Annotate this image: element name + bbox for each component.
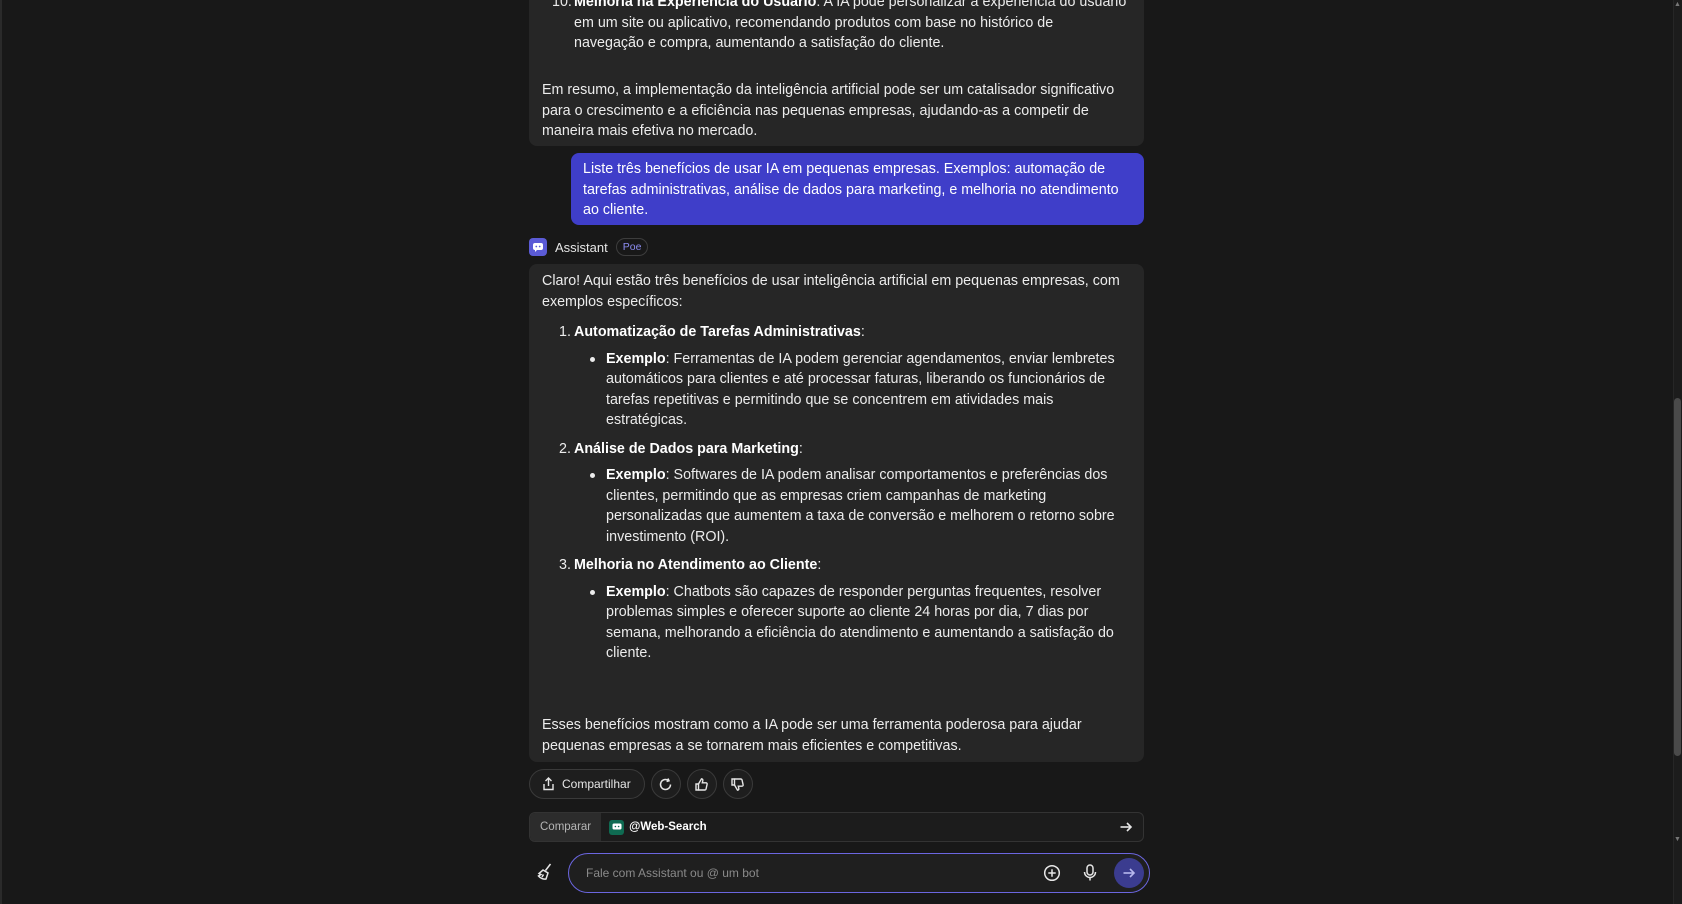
example-label: Exemplo [606, 583, 666, 600]
scrollbar-thumb[interactable] [1674, 398, 1681, 756]
list-sub-item: Exemplo: Chatbots são capazes de respond… [574, 582, 1128, 664]
bullet-dot [590, 356, 595, 362]
share-button[interactable]: Compartilhar [529, 769, 645, 799]
poe-badge: Poe [615, 238, 649, 256]
left-border [0, 0, 2, 904]
share-icon [543, 777, 554, 791]
message-actions: Compartilhar [529, 769, 753, 799]
example-text: : Softwares de IA podem analisar comport… [606, 467, 1115, 545]
arrow-right-icon [1123, 868, 1136, 878]
list-number: 10. [552, 0, 572, 10]
scroll-up-arrow-icon[interactable]: ▲ [1674, 1, 1681, 9]
previous-summary: Em resumo, a implementação da inteligênc… [542, 82, 1115, 139]
compare-label[interactable]: Comparar [530, 813, 602, 841]
assistant-message: Claro! Aqui estão três benefícios de usa… [529, 264, 1144, 762]
web-search-bot-name[interactable]: @Web-Search [629, 821, 706, 833]
send-button[interactable] [1114, 858, 1144, 888]
scroll-down-arrow-icon[interactable]: ▼ [1674, 836, 1681, 844]
bullet-dot [590, 473, 595, 478]
compare-bar[interactable]: Comparar @Web-Search [529, 812, 1144, 842]
list-item-title: Análise de Dados para Marketing [574, 440, 799, 457]
list-item-text-line: navegação e compra, aumentando a satisfa… [574, 35, 945, 51]
example-text: : Ferramentas de IA podem gerenciar agen… [606, 350, 1115, 429]
answer-list: 1. Automatização de Tarefas Administrati… [542, 322, 1131, 664]
refresh-icon [659, 777, 672, 790]
list-item-title: Melhoria na Experiência do Usuário [574, 0, 817, 10]
list-sub-item: Exemplo: Ferramentas de IA podem gerenci… [574, 349, 1128, 431]
attach-button[interactable] [1038, 859, 1066, 887]
list-number: 1. [559, 324, 571, 340]
list-item: 1. Automatização de Tarefas Administrati… [542, 322, 1131, 431]
previous-assistant-message: 10. Melhoria na Experiência do Usuário: … [529, 0, 1144, 146]
arrow-right-icon[interactable] [1118, 819, 1134, 840]
bot-name[interactable]: Assistant [555, 240, 608, 255]
list-item: 3. Melhoria no Atendimento ao Cliente: E… [542, 555, 1131, 664]
list-item-title: Melhoria no Atendimento ao Cliente [574, 557, 818, 573]
example-text: : Chatbots são capazes de responder perg… [606, 583, 1114, 662]
list-item-text-line: em um site ou aplicativo, recomendando p… [574, 14, 1054, 31]
example-label: Exemplo [606, 350, 666, 367]
user-message: Liste três benefícios de usar IA em pequ… [571, 153, 1144, 225]
web-search-bot-icon [609, 819, 625, 835]
microphone-button[interactable] [1076, 859, 1104, 887]
thumbs-up-icon [695, 777, 709, 791]
clear-context-button[interactable] [533, 860, 557, 884]
list-sub-item: Exemplo: Softwares de IA podem analisar … [574, 465, 1128, 547]
answer-outro: Esses benefícios mostram como a IA pode … [542, 717, 1082, 754]
broom-icon [537, 863, 552, 880]
message-input[interactable] [569, 866, 1038, 880]
list-item-title: Automatização de Tarefas Administrativas [574, 324, 861, 340]
retry-button[interactable] [650, 769, 681, 799]
previous-list: 10. Melhoria na Experiência do Usuário: … [542, 0, 1132, 54]
share-label: Compartilhar [562, 777, 631, 791]
message-composer [568, 853, 1150, 893]
list-item: 2. Análise de Dados para Marketing: Exem… [542, 439, 1131, 548]
list-item: 10. Melhoria na Experiência do Usuário: … [542, 0, 1132, 54]
plus-circle-icon [1043, 864, 1061, 882]
dislike-button[interactable] [722, 769, 753, 799]
list-item-text: : A IA pode personalizar a experiência d… [816, 0, 1127, 10]
bot-avatar-icon[interactable] [529, 238, 547, 256]
like-button[interactable] [686, 769, 717, 799]
chat-app: 10. Melhoria na Experiência do Usuário: … [0, 0, 1682, 904]
microphone-icon [1083, 864, 1097, 881]
example-label: Exemplo [606, 467, 666, 483]
bullet-dot [590, 589, 595, 595]
list-number: 3. [559, 557, 571, 573]
list-number: 2. [559, 440, 571, 457]
answer-intro: Claro! Aqui estão três benefícios de usa… [542, 273, 1120, 310]
assistant-header: Assistant Poe [529, 237, 649, 257]
thumbs-down-icon [731, 777, 745, 791]
